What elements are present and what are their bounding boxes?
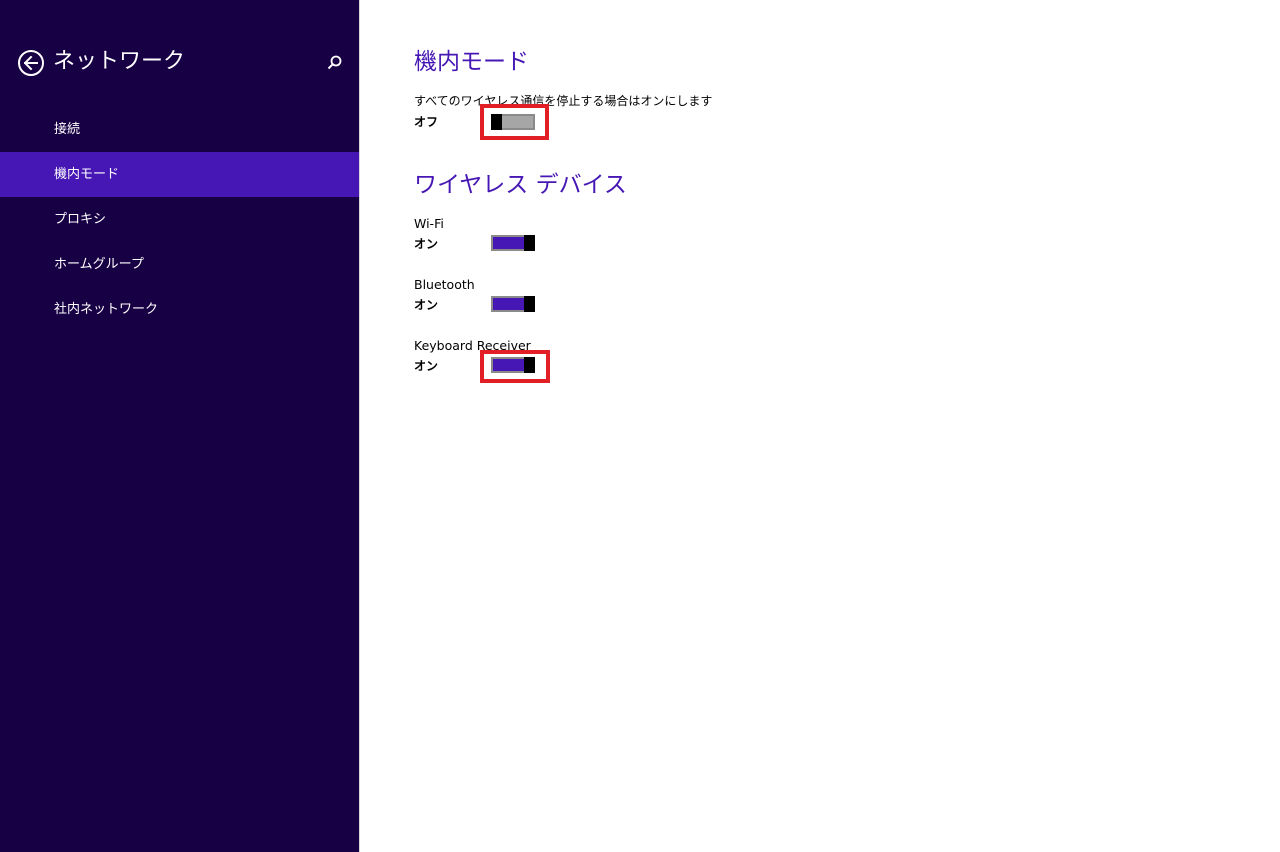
search-button[interactable] bbox=[326, 54, 344, 72]
airplane-mode-heading: 機内モード bbox=[414, 49, 529, 75]
keyboard-receiver-toggle[interactable] bbox=[491, 357, 535, 373]
sidebar-nav: 接続 機内モード プロキシ ホームグループ 社内ネットワーク bbox=[0, 107, 359, 332]
keyboard-receiver-state-label: オン bbox=[414, 359, 439, 373]
sidebar-title: ネットワーク bbox=[53, 49, 186, 74]
settings-window: ネットワーク 接続 機内モード プロキシ ホームグループ 社内ネットワーク 機内… bbox=[0, 0, 1280, 852]
sidebar-item-proxy[interactable]: プロキシ bbox=[0, 197, 359, 242]
sidebar-item-label: 社内ネットワーク bbox=[54, 302, 159, 317]
toggle-thumb bbox=[491, 114, 502, 130]
sidebar-item-airplane-mode[interactable]: 機内モード bbox=[0, 152, 359, 197]
bluetooth-state-label: オン bbox=[414, 298, 439, 312]
wireless-devices-heading: ワイヤレス デバイス bbox=[414, 172, 627, 198]
sidebar-item-label: プロキシ bbox=[54, 212, 107, 227]
back-button[interactable] bbox=[18, 50, 44, 76]
toggle-fill bbox=[502, 116, 533, 128]
back-arrow-icon bbox=[24, 56, 38, 70]
sidebar: ネットワーク 接続 機内モード プロキシ ホームグループ 社内ネットワーク bbox=[0, 0, 359, 852]
search-icon bbox=[327, 55, 342, 70]
main-content: 機内モード すべてのワイヤレス通信を停止する場合はオンにします オフ ワイヤレス… bbox=[360, 0, 1280, 852]
wifi-state-label: オン bbox=[414, 237, 439, 251]
sidebar-item-label: 機内モード bbox=[54, 167, 120, 182]
airplane-mode-state-label: オフ bbox=[414, 115, 439, 129]
wifi-label: Wi-Fi bbox=[414, 216, 444, 231]
sidebar-item-label: 接続 bbox=[54, 122, 81, 137]
sidebar-item-label: ホームグループ bbox=[54, 257, 144, 272]
toggle-thumb bbox=[524, 357, 535, 373]
sidebar-item-connections[interactable]: 接続 bbox=[0, 107, 359, 152]
toggle-fill bbox=[493, 298, 524, 310]
toggle-fill bbox=[493, 237, 524, 249]
sidebar-item-workplace[interactable]: 社内ネットワーク bbox=[0, 287, 359, 332]
toggle-thumb bbox=[524, 235, 535, 251]
sidebar-item-homegroup[interactable]: ホームグループ bbox=[0, 242, 359, 287]
bluetooth-label: Bluetooth bbox=[414, 277, 475, 292]
toggle-thumb bbox=[524, 296, 535, 312]
airplane-mode-toggle[interactable] bbox=[491, 114, 535, 130]
airplane-mode-description: すべてのワイヤレス通信を停止する場合はオンにします bbox=[414, 94, 713, 108]
wifi-toggle[interactable] bbox=[491, 235, 535, 251]
toggle-fill bbox=[493, 359, 524, 371]
keyboard-receiver-label: Keyboard Receiver bbox=[414, 338, 531, 353]
bluetooth-toggle[interactable] bbox=[491, 296, 535, 312]
